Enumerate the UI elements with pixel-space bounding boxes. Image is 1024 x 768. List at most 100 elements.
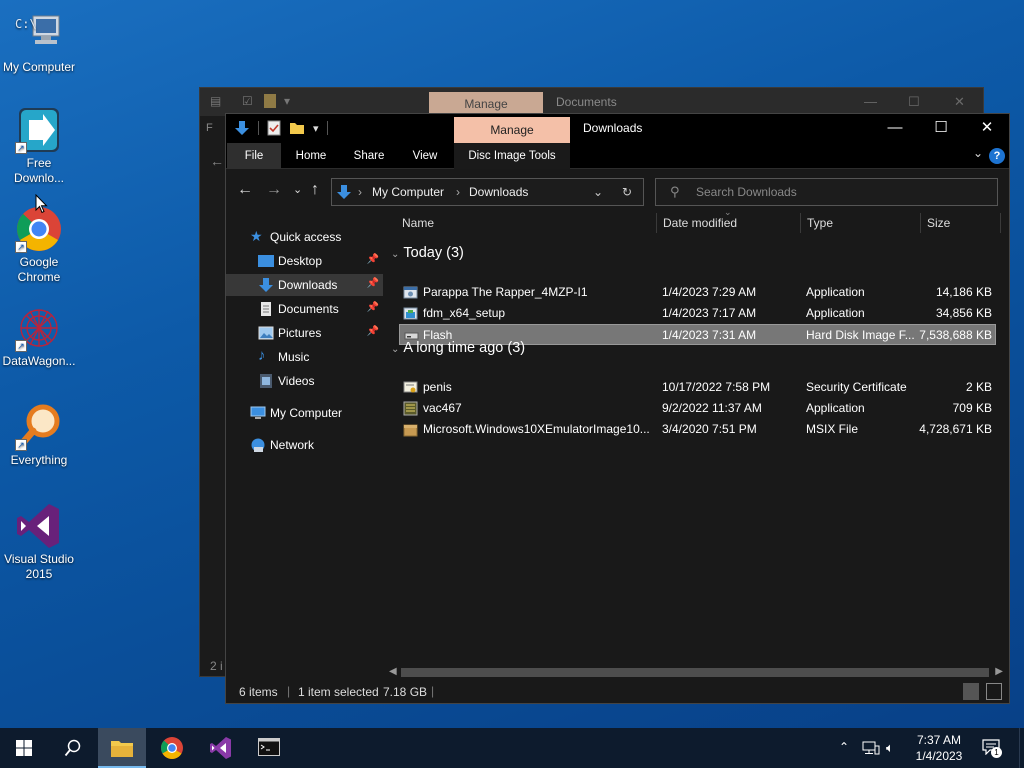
toolbar-separator <box>326 121 328 135</box>
file-name: fdm_x64_setup <box>423 306 506 320</box>
column-divider[interactable] <box>920 213 921 233</box>
close-icon[interactable]: ✕ <box>954 94 965 110</box>
group-header-long-time-ago[interactable]: ⌄ A long time ago (3) <box>391 340 525 356</box>
file-row[interactable]: penis 10/17/2022 7:58 PM Security Certif… <box>399 377 996 398</box>
recent-locations-chevron-icon[interactable]: ⌄ <box>293 181 302 199</box>
music-icon: ♪ <box>258 347 266 364</box>
nav-item-downloads[interactable]: Downloads 📌 <box>226 274 383 296</box>
show-desktop-button[interactable] <box>1019 728 1024 768</box>
desktop-icon-label: Google Chrome <box>17 255 61 284</box>
scrollbar-thumb[interactable] <box>401 668 989 677</box>
tab-view[interactable]: View <box>411 143 439 169</box>
file-row[interactable]: Parappa The Rapper_4MZP-I1 1/4/2023 7:29… <box>399 282 996 303</box>
breadcrumb-downloads[interactable]: Downloads <box>469 185 528 199</box>
pin-icon[interactable]: 📌 <box>367 302 379 313</box>
nav-item-pictures[interactable]: Pictures 📌 <box>226 322 383 344</box>
tab-share[interactable]: Share <box>353 143 385 169</box>
file-size: 4,728,671 KB <box>919 422 992 436</box>
column-divider[interactable] <box>1000 213 1001 233</box>
tab-disc-image-tools[interactable]: Disc Image Tools <box>454 143 570 169</box>
back-arrow-icon[interactable]: ← <box>237 181 253 199</box>
nav-item-network[interactable]: Network <box>226 434 383 456</box>
nav-item-desktop[interactable]: Desktop 📌 <box>226 250 383 272</box>
address-dropdown-icon[interactable]: ⌄ <box>593 185 603 199</box>
desktop-icon-datawagon[interactable]: ↗ DataWagon... <box>0 304 78 369</box>
maximize-button[interactable]: ☐ <box>926 118 956 138</box>
desktop-icon-visual-studio[interactable]: Visual Studio 2015 <box>0 502 78 582</box>
help-icon[interactable]: ? <box>989 148 1005 164</box>
download-arrow-icon[interactable] <box>234 120 250 136</box>
nav-item-label: Network <box>270 438 315 452</box>
forward-arrow-icon[interactable]: → <box>266 181 282 199</box>
pin-icon[interactable]: 📌 <box>367 326 379 337</box>
nav-item-documents[interactable]: Documents 📌 <box>226 298 383 320</box>
status-bar: 6 items | 1 item selected 7.18 GB | <box>226 681 1009 703</box>
column-divider[interactable] <box>656 213 657 233</box>
expand-ribbon-icon[interactable]: ⌄ <box>973 146 983 160</box>
scroll-left-icon[interactable]: ◀ <box>389 666 397 677</box>
nav-item-my-computer[interactable]: My Computer <box>226 402 383 424</box>
column-divider[interactable] <box>800 213 801 233</box>
file-row[interactable]: fdm_x64_setup 1/4/2023 7:17 AM Applicati… <box>399 303 996 324</box>
breadcrumb-my-computer[interactable]: My Computer <box>372 185 444 199</box>
start-button[interactable] <box>0 728 48 768</box>
tab-home[interactable]: Home <box>294 143 328 169</box>
nav-item-label: Documents <box>278 302 339 316</box>
file-row[interactable]: vac467 9/2/2022 11:37 AM Application 709… <box>399 398 996 419</box>
details-view-icon[interactable] <box>963 683 979 700</box>
desktop-icon-everything[interactable]: ↗ Everything <box>0 403 78 468</box>
explorer-window-downloads[interactable]: ▾ Manage Downloads — ☐ ✕ File Home Share… <box>225 113 1010 704</box>
group-header-today[interactable]: ⌄ Today (3) <box>391 245 464 261</box>
column-header-date[interactable]: Date modified <box>663 216 737 230</box>
address-bar[interactable]: › My Computer › Downloads ⌄ ↻ <box>331 178 644 206</box>
desktop-icon-free-download-manager[interactable]: ↗ Free Downlo... <box>0 106 78 186</box>
action-center-button[interactable]: 1 <box>980 738 1002 758</box>
maximize-icon[interactable]: ☐ <box>908 94 920 110</box>
scroll-right-icon[interactable]: ▶ <box>995 666 1003 677</box>
horizontal-scrollbar[interactable]: ◀ ▶ <box>383 664 1009 681</box>
new-folder-icon[interactable] <box>289 120 305 136</box>
refresh-icon[interactable]: ↻ <box>622 185 632 199</box>
pin-icon[interactable]: 📌 <box>367 278 379 289</box>
network-icon[interactable] <box>862 741 880 755</box>
minimize-button[interactable]: — <box>880 118 910 138</box>
volume-icon[interactable]: 🔈︎ <box>886 740 894 756</box>
system-clock[interactable]: 7:37 AM 1/4/2023 <box>906 732 972 764</box>
collapse-chevron-icon[interactable]: ⌄ <box>391 344 399 355</box>
close-button[interactable]: ✕ <box>972 118 1002 138</box>
search-box[interactable]: ⚲ Search Downloads <box>655 178 998 206</box>
collapse-chevron-icon[interactable]: ⌄ <box>391 249 399 260</box>
desktop-icon-my-computer[interactable]: C:\ My Computer <box>0 10 78 75</box>
properties-icon[interactable] <box>267 120 281 136</box>
taskbar-command-prompt[interactable] <box>245 728 293 768</box>
navigation-pane: ★ Quick access Desktop 📌 Downloads 📌 Doc… <box>226 213 383 681</box>
desktop-icon-google-chrome[interactable]: ↗ Google Chrome <box>0 205 78 285</box>
tab-file[interactable]: File <box>227 143 281 169</box>
taskbar-visual-studio[interactable] <box>197 728 245 768</box>
back-window-titlebar[interactable]: ▤ ☑ ▾ Manage Documents — ☐ ✕ <box>200 88 983 116</box>
column-header-size[interactable]: Size <box>927 216 950 230</box>
taskbar-file-explorer[interactable] <box>98 728 146 768</box>
search-button[interactable] <box>48 728 96 768</box>
chevron-down-icon[interactable]: ▾ <box>313 122 319 135</box>
nav-item-quick-access[interactable]: ★ Quick access <box>226 226 383 248</box>
selection-count: 1 item selected <box>298 685 379 699</box>
file-date: 10/17/2022 7:58 PM <box>662 380 771 394</box>
file-explorer-icon <box>111 741 133 757</box>
show-hidden-icons-chevron-icon[interactable]: ⌃ <box>839 740 849 754</box>
up-arrow-icon[interactable]: ↑ <box>311 181 319 199</box>
large-icons-view-icon[interactable] <box>986 683 1002 700</box>
column-header-type[interactable]: Type <box>807 216 833 230</box>
manage-tab[interactable]: Manage <box>454 117 570 143</box>
file-row[interactable]: Microsoft.Windows10XEmulatorImage10... 3… <box>399 419 996 440</box>
titlebar[interactable]: ▾ Manage Downloads — ☐ ✕ <box>226 114 1009 143</box>
pin-icon[interactable]: 📌 <box>367 254 379 265</box>
minimize-icon[interactable]: — <box>864 94 877 109</box>
nav-item-videos[interactable]: Videos <box>226 370 383 392</box>
installer-icon <box>403 307 418 320</box>
taskbar-chrome[interactable] <box>148 728 196 768</box>
nav-item-music[interactable]: ♪ Music <box>226 346 383 368</box>
file-type: Application <box>806 401 865 415</box>
column-header-name[interactable]: Name <box>402 216 434 230</box>
downloads-icon <box>337 185 351 199</box>
